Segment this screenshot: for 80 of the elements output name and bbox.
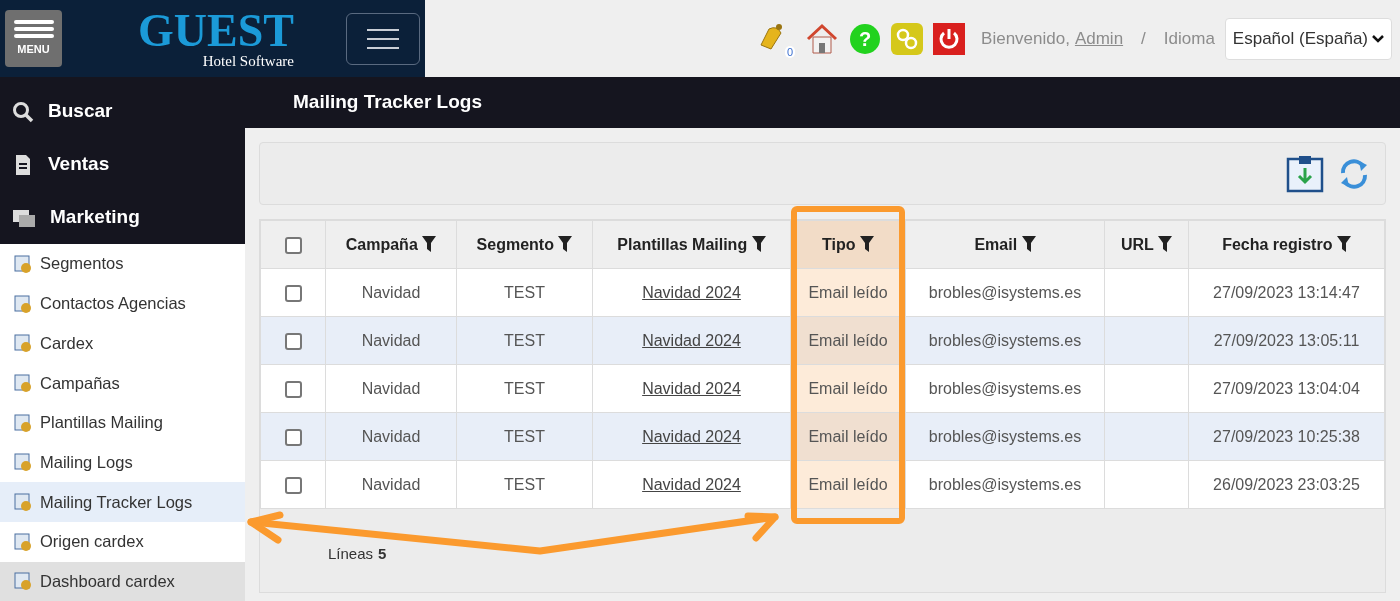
table-cell: Email leído: [808, 427, 888, 445]
filter-icon[interactable]: [1158, 235, 1172, 252]
template-link[interactable]: Navidad 2024: [642, 283, 741, 301]
table-cell: Email leído: [808, 475, 888, 493]
checkbox[interactable]: [284, 332, 302, 350]
table-cell: 27/09/2023 13:05:11: [1213, 331, 1360, 349]
table-cell: TEST: [504, 331, 545, 349]
table-cell: brobles@isystems.es: [928, 283, 1082, 301]
checkbox[interactable]: [284, 236, 302, 254]
table-cell: 27/09/2023 13:14:47: [1213, 283, 1360, 301]
table-cell: Navidad: [361, 427, 421, 445]
table-cell: Navidad: [361, 475, 421, 493]
column-header[interactable]: Campaña: [325, 220, 457, 269]
template-link[interactable]: Navidad 2024: [642, 379, 741, 397]
template-link[interactable]: Navidad 2024: [642, 475, 741, 493]
column-header[interactable]: Fecha registro: [1188, 220, 1385, 269]
chevron-icon: [1372, 33, 1384, 44]
filter-icon[interactable]: [1336, 235, 1351, 252]
menu-item-icon: [12, 530, 34, 553]
sidebar-section[interactable]: Buscar: [0, 85, 245, 138]
export-icon[interactable]: [1285, 153, 1325, 194]
filter-icon[interactable]: [1021, 235, 1036, 252]
welcome-text: Bienvenido,: [981, 27, 1070, 50]
table-cell: Email leído: [808, 379, 888, 397]
sidebar-item[interactable]: Mailing Tracker Logs: [0, 482, 245, 522]
menu-item-icon: [12, 252, 34, 275]
home-icon[interactable]: [805, 21, 840, 56]
menu-item-icon: [12, 292, 34, 315]
table-cell: 26/09/2023 23:03:25: [1213, 475, 1360, 493]
language-select[interactable]: Español (España): [1224, 17, 1392, 60]
checkbox[interactable]: [284, 476, 302, 494]
logo-subtitle: Hotel Software: [202, 52, 294, 69]
table-cell: Email leído: [808, 283, 888, 301]
table-cell: 27/09/2023 10:25:38: [1213, 427, 1360, 445]
sidebar-section[interactable]: Marketing: [0, 191, 245, 244]
table-cell: brobles@isystems.es: [928, 475, 1082, 493]
table-cell: TEST: [504, 475, 545, 493]
menu-button[interactable]: MENU: [5, 10, 62, 67]
menu-item-icon: [12, 411, 34, 434]
checkbox[interactable]: [284, 284, 302, 302]
filter-icon[interactable]: [422, 235, 437, 252]
separator: /: [1141, 27, 1146, 50]
menu-item-icon: [12, 332, 34, 355]
logo-title: GUEST: [138, 8, 294, 53]
table-cell: TEST: [504, 427, 545, 445]
table-cell: TEST: [504, 283, 545, 301]
column-header[interactable]: Plantillas Mailing: [592, 220, 791, 269]
checkbox[interactable]: [284, 428, 302, 446]
column-header[interactable]: Email: [905, 220, 1105, 269]
table-cell: Navidad: [361, 331, 421, 349]
template-link[interactable]: Navidad 2024: [642, 427, 741, 445]
table-cell: brobles@isystems.es: [928, 331, 1082, 349]
page-title: Mailing Tracker Logs: [293, 90, 482, 115]
menu-item-icon: [12, 570, 34, 593]
sidebar-item[interactable]: Dashboard cardex: [0, 561, 245, 601]
table-cell: brobles@isystems.es: [928, 427, 1082, 445]
search-icon: [12, 100, 34, 123]
checkbox[interactable]: [284, 380, 302, 398]
filter-icon[interactable]: [751, 235, 766, 252]
lines-count: 5: [378, 544, 387, 564]
table-cell: Navidad: [361, 283, 421, 301]
table-cell: Email leído: [808, 331, 888, 349]
column-header[interactable]: URL: [1104, 220, 1189, 269]
table-cell: 27/09/2023 13:04:04: [1213, 379, 1360, 397]
filter-icon[interactable]: [558, 235, 573, 252]
power-icon[interactable]: [933, 22, 966, 55]
table-cell: brobles@isystems.es: [928, 379, 1082, 397]
menu-item-icon: [12, 451, 34, 474]
notification-count: 0: [784, 45, 796, 58]
table-cell: Navidad: [361, 379, 421, 397]
filter-icon[interactable]: [859, 235, 874, 252]
table-cell: TEST: [504, 379, 545, 397]
menu-item-icon: [12, 371, 34, 394]
column-header[interactable]: Segmento: [456, 220, 593, 269]
toggle-menu-button[interactable]: [346, 12, 420, 65]
language-label: Idioma: [1163, 27, 1215, 50]
lines-label: Líneas: [328, 544, 374, 564]
sidebar-section[interactable]: Ventas: [0, 138, 245, 191]
menu-item-icon: [12, 490, 34, 513]
template-link[interactable]: Navidad 2024: [642, 331, 741, 349]
